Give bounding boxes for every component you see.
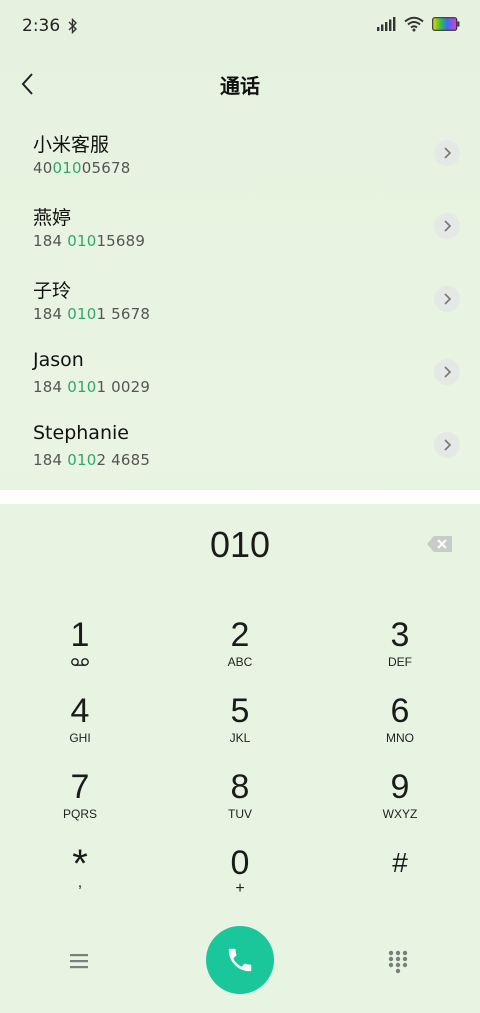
contact-number: 184 01015689 bbox=[33, 232, 146, 250]
bluetooth-icon bbox=[68, 18, 78, 34]
status-icons bbox=[376, 16, 460, 32]
list-item[interactable]: 小米客服 4001005678 bbox=[0, 118, 480, 191]
key-3[interactable]: 3 DEF bbox=[340, 616, 460, 686]
chevron-right-icon bbox=[444, 220, 452, 232]
status-time: 2:36 bbox=[22, 16, 61, 36]
wifi-icon bbox=[404, 16, 424, 32]
chevron-right-icon bbox=[444, 439, 452, 451]
signal-icon bbox=[377, 17, 396, 31]
list-item[interactable]: 燕婷 184 01015689 bbox=[0, 191, 480, 264]
dialer-panel: 010 1 2 ABC 3 DEF 4 GHI 5 JKL 6 MNO 7 PQ… bbox=[0, 504, 480, 1013]
key-9[interactable]: 9 WXYZ bbox=[340, 768, 460, 838]
voicemail-icon bbox=[71, 658, 89, 666]
contact-name: Jason bbox=[33, 349, 84, 371]
contact-name: 子玲 bbox=[33, 280, 72, 302]
dialer-bottom-bar bbox=[0, 926, 480, 996]
dialed-number-display: 010 bbox=[209, 524, 271, 565]
list-item[interactable]: Stephanie 184 0102 4685 bbox=[0, 410, 480, 483]
menu-icon[interactable] bbox=[66, 948, 96, 974]
contact-name: 燕婷 bbox=[33, 207, 72, 229]
phone-icon bbox=[228, 948, 252, 972]
key-hash[interactable]: # bbox=[340, 844, 460, 914]
detail-button[interactable] bbox=[434, 286, 460, 312]
contact-number: 184 0101 5678 bbox=[33, 305, 151, 323]
key-5[interactable]: 5 JKL bbox=[180, 692, 300, 762]
list-item[interactable]: Jason 184 0101 0029 bbox=[0, 337, 480, 410]
key-8[interactable]: 8 TUV bbox=[180, 768, 300, 838]
contact-name: Stephanie bbox=[33, 422, 129, 444]
page-title: 通话 bbox=[220, 74, 260, 98]
divider bbox=[0, 490, 480, 504]
list-item[interactable]: 子玲 184 0101 5678 bbox=[0, 264, 480, 337]
detail-button[interactable] bbox=[434, 213, 460, 239]
detail-button[interactable] bbox=[434, 432, 460, 458]
status-bar: 2:36 bbox=[0, 0, 480, 52]
key-4[interactable]: 4 GHI bbox=[20, 692, 140, 762]
chevron-right-icon bbox=[444, 147, 452, 159]
search-results-list: 小米客服 4001005678 燕婷 184 01015689 子玲 184 0… bbox=[0, 118, 480, 483]
key-0[interactable]: 0 + bbox=[180, 844, 300, 914]
contact-number: 184 0102 4685 bbox=[33, 451, 151, 469]
backspace-icon[interactable] bbox=[426, 534, 454, 554]
key-2[interactable]: 2 ABC bbox=[180, 616, 300, 686]
dialpad-icon[interactable] bbox=[386, 948, 410, 976]
key-7[interactable]: 7 PQRS bbox=[20, 768, 140, 838]
battery-icon bbox=[432, 17, 460, 31]
chevron-right-icon bbox=[444, 293, 452, 305]
contact-number: 4001005678 bbox=[33, 159, 131, 177]
key-star[interactable]: * , bbox=[20, 844, 140, 914]
key-1[interactable]: 1 bbox=[20, 616, 140, 686]
contact-name: 小米客服 bbox=[33, 134, 110, 156]
key-6[interactable]: 6 MNO bbox=[340, 692, 460, 762]
header: 通话 bbox=[0, 60, 480, 108]
detail-button[interactable] bbox=[434, 140, 460, 166]
contact-number: 184 0101 0029 bbox=[33, 378, 151, 396]
chevron-right-icon bbox=[444, 366, 452, 378]
detail-button[interactable] bbox=[434, 359, 460, 385]
call-button[interactable] bbox=[206, 926, 274, 994]
